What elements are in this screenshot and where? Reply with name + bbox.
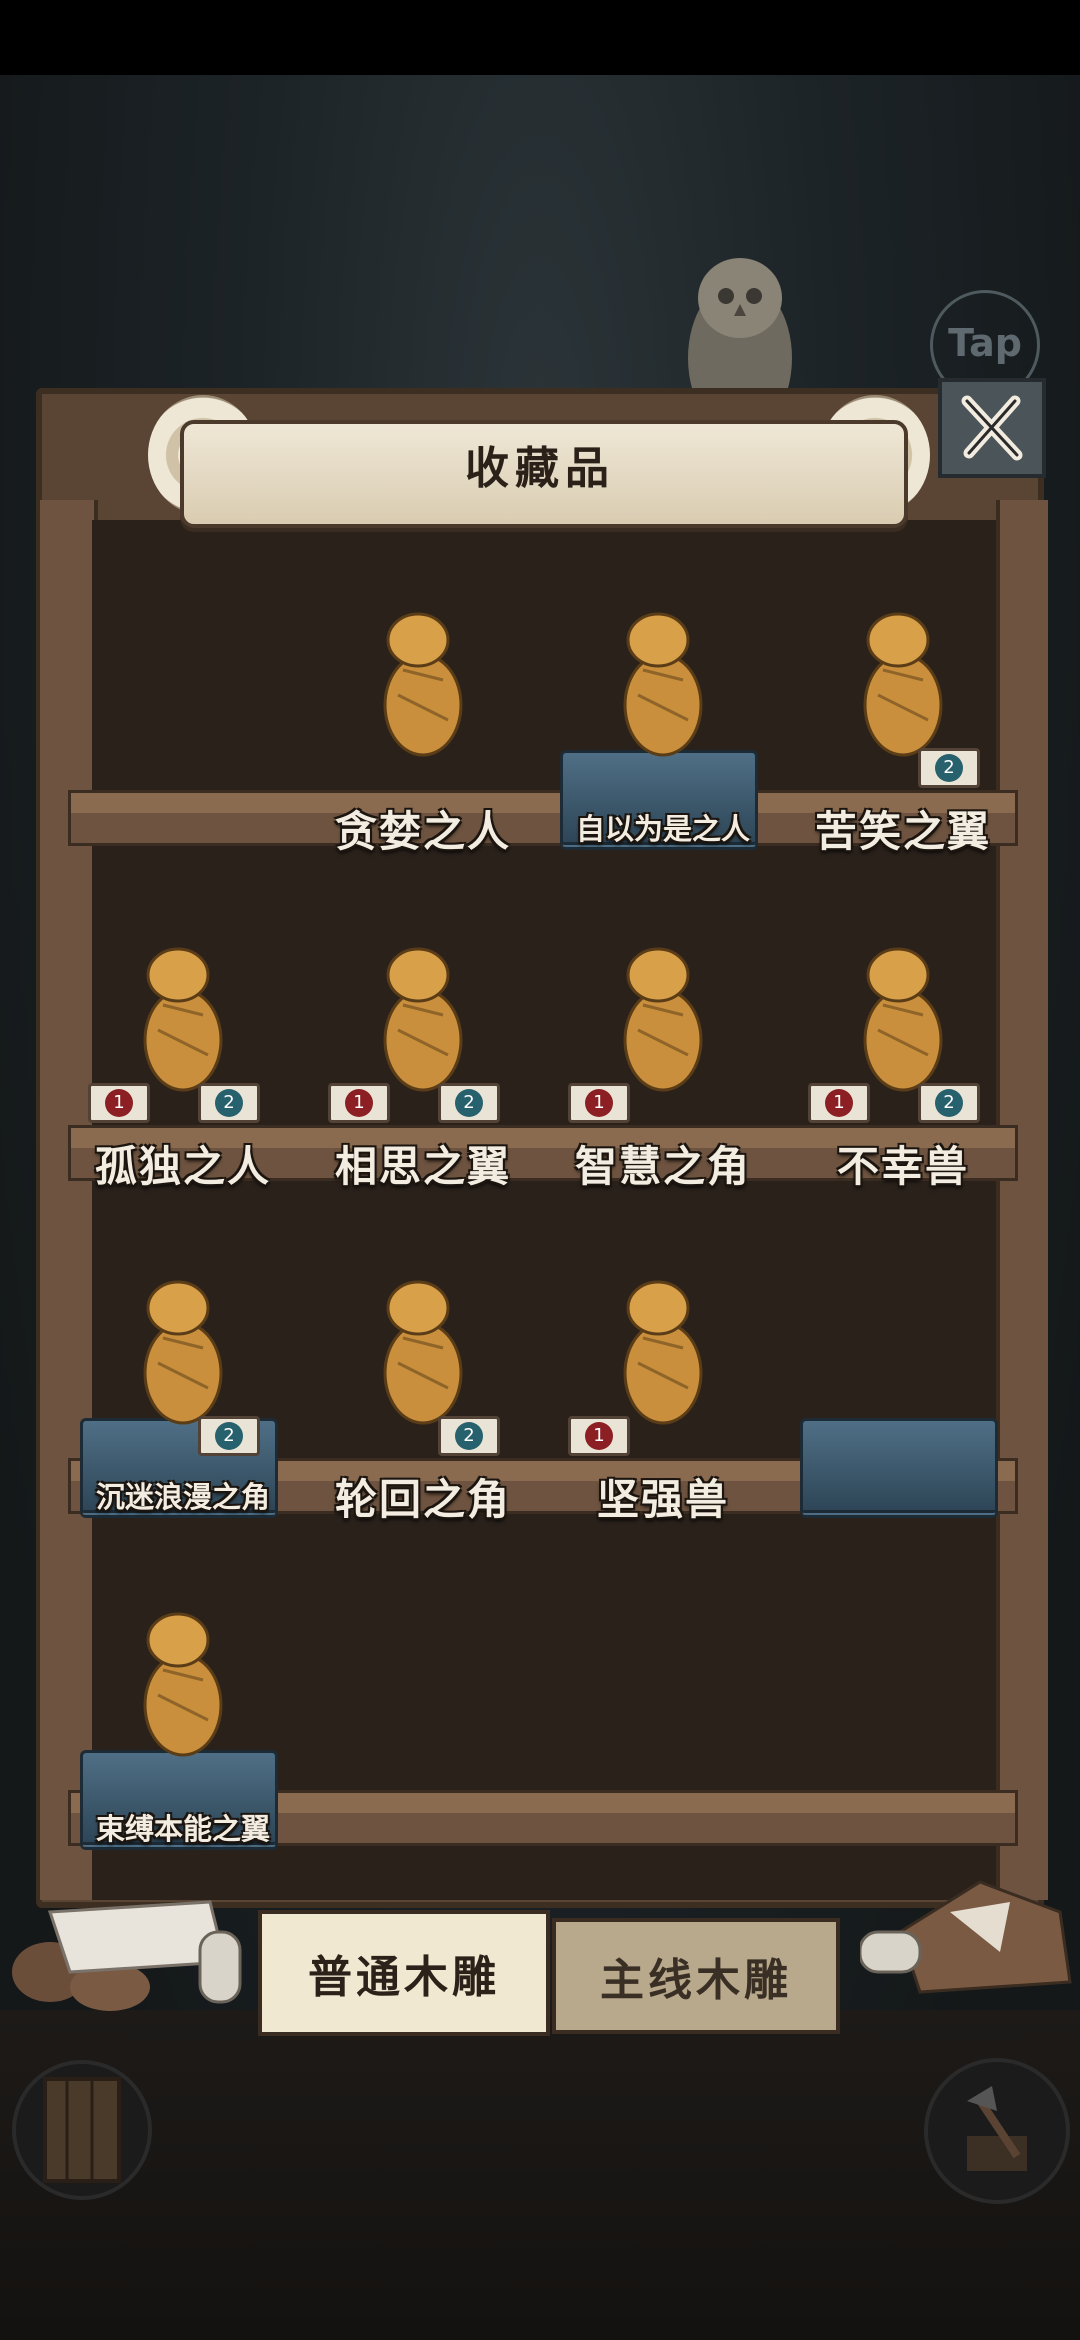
level-badge-number: 1	[585, 1422, 613, 1450]
level-badge-number: 2	[215, 1422, 243, 1450]
rocks-paper-decoration-left	[12, 1900, 242, 2011]
carving-name: 不幸兽	[836, 1142, 969, 1191]
axe-button[interactable]	[924, 2058, 1070, 2204]
level-badge-number: 1	[585, 1089, 613, 1117]
arrogant-man-carving	[623, 612, 703, 757]
carving-name: 坚强兽	[596, 1475, 729, 1524]
tab-main-carvings[interactable]: 主线木雕	[552, 1918, 840, 2034]
carving-name: 轮回之角	[334, 1475, 511, 1524]
level-badge-number: 2	[455, 1422, 483, 1450]
door-button[interactable]	[12, 2060, 152, 2200]
empty-carving-slot[interactable]	[788, 1268, 1018, 1528]
lonely-girl-carving	[143, 947, 223, 1092]
carving-name: 相思之翼	[334, 1142, 511, 1191]
level-badge: 2	[198, 1083, 260, 1123]
level-badge: 2	[918, 748, 980, 788]
level-badge-number: 2	[215, 1089, 243, 1117]
level-badge-number: 2	[455, 1089, 483, 1117]
carving-slot[interactable]: 自以为是之人	[548, 600, 778, 860]
level-badge: 1	[568, 1416, 630, 1456]
carving-slot[interactable]: 束缚本能之翼	[68, 1600, 298, 1860]
carving-slot[interactable]: 2 苦笑之翼	[788, 600, 1018, 860]
carving-slot[interactable]: 贪婪之人	[308, 600, 538, 860]
carving-slot[interactable]: 1 坚强兽	[548, 1268, 778, 1528]
door-icon	[43, 2077, 121, 2183]
carving-name: 苦笑之翼	[814, 807, 991, 856]
level-badge: 1	[808, 1083, 870, 1123]
close-x-icon	[961, 395, 1023, 461]
carving-slot[interactable]: 1 2 孤独之人	[68, 935, 298, 1195]
axe-icon	[967, 2086, 1027, 2171]
level-badge-number: 2	[935, 1089, 963, 1117]
carving-name: 沉迷浪漫之角	[95, 1480, 270, 1514]
status-bar	[0, 0, 1080, 75]
close-button[interactable]	[938, 378, 1046, 478]
level-badge-number: 1	[345, 1089, 373, 1117]
level-badge: 1	[328, 1083, 390, 1123]
level-badge: 2	[438, 1083, 500, 1123]
carving-slot[interactable]: 1 2 不幸兽	[788, 935, 1018, 1195]
bird-carving	[863, 612, 943, 757]
horned-fox-carving	[143, 1280, 223, 1425]
carving-name: 束缚本能之翼	[95, 1812, 270, 1846]
carving-slot[interactable]: 1 智慧之角	[548, 935, 778, 1195]
carving-slot[interactable]: 1 2 相思之翼	[308, 935, 538, 1195]
level-badge-number: 1	[105, 1089, 133, 1117]
level-badge-number: 2	[935, 754, 963, 782]
bull-carving	[383, 1280, 463, 1425]
floor	[0, 2010, 1080, 2340]
display-cloth	[800, 1418, 998, 1518]
carving-name: 智慧之角	[574, 1142, 751, 1191]
pelican-carving	[143, 1612, 223, 1757]
level-badge: 2	[438, 1416, 500, 1456]
strong-beast-carving	[623, 1280, 703, 1425]
tab-normal-carvings[interactable]: 普通木雕	[258, 1910, 550, 2036]
bear-carving	[863, 947, 943, 1092]
page-title: 收藏品	[465, 443, 615, 494]
turtle-carving	[623, 947, 703, 1092]
level-badge: 2	[918, 1083, 980, 1123]
level-badge: 1	[568, 1083, 630, 1123]
carving-name: 孤独之人	[94, 1142, 271, 1191]
carving-slot[interactable]: 2 沉迷浪漫之角	[68, 1268, 298, 1528]
carving-name: 贪婪之人	[334, 807, 511, 856]
level-badge-number: 1	[825, 1089, 853, 1117]
level-badge: 1	[88, 1083, 150, 1123]
rocks-decoration-right	[860, 1880, 1072, 1994]
carving-name: 自以为是之人	[575, 812, 750, 846]
carving-slot[interactable]: 2 轮回之角	[308, 1268, 538, 1528]
crane-carving	[383, 947, 463, 1092]
greedy-man-carving	[383, 612, 463, 757]
level-badge: 2	[198, 1416, 260, 1456]
